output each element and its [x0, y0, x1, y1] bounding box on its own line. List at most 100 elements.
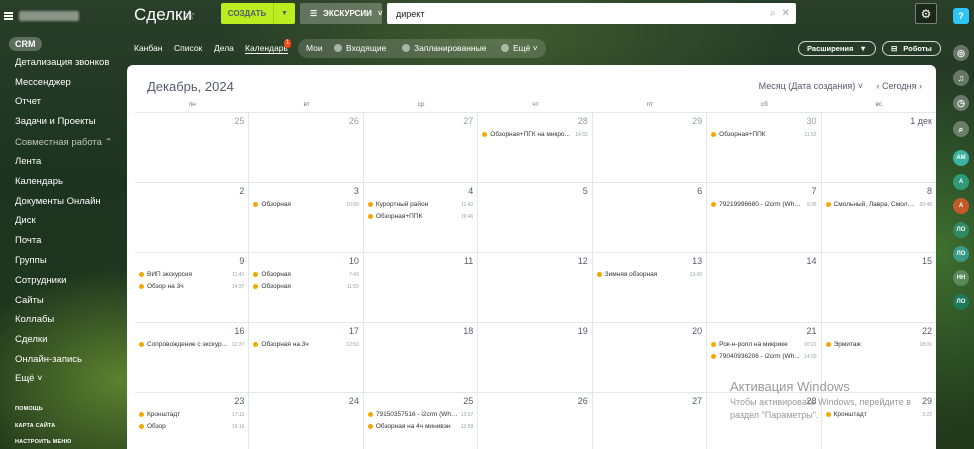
- calendar-day-cell[interactable]: 3 Обзорная 10:59: [249, 183, 364, 252]
- clear-search-icon[interactable]: ✕: [782, 8, 790, 19]
- chat-avatar[interactable]: А: [953, 174, 969, 190]
- calendar-day-cell[interactable]: 9 ВИП экскурсия 11:41 Обзор на 3ч 14:37: [135, 253, 250, 322]
- extensions-button[interactable]: Расширения ▼: [798, 41, 876, 56]
- sidebar-item-call-details[interactable]: Детализация звонков: [15, 57, 109, 68]
- calendar-day-cell[interactable]: 18: [364, 323, 479, 392]
- filter-incoming[interactable]: Входящие: [334, 43, 386, 53]
- search-icon[interactable]: ⌕: [770, 8, 776, 19]
- tab-list[interactable]: Список: [174, 43, 202, 53]
- next-month-icon[interactable]: ›: [919, 81, 922, 91]
- calendar-day-cell[interactable]: 5: [478, 183, 593, 252]
- sidebar-item-calendar[interactable]: Календарь: [15, 176, 63, 187]
- calendar-event[interactable]: Эрмитаж 18:01: [825, 339, 932, 350]
- calendar-event[interactable]: Обзорная на 3ч 12:50: [253, 339, 359, 350]
- tab-calendar[interactable]: Календарь: [245, 43, 288, 54]
- calendar-event[interactable]: Обзор на 3ч 14:37: [139, 281, 244, 292]
- calendar-day-cell[interactable]: 25: [135, 113, 250, 182]
- sidebar-item-feed[interactable]: Лента: [15, 156, 41, 167]
- sidebar-sitemap-link[interactable]: КАРТА САЙТА: [15, 423, 55, 429]
- calendar-event[interactable]: 79150357516 - i2crm (Wha... 13:57: [367, 409, 473, 420]
- calendar-event[interactable]: Обзорная на 4ч минивэн 12:59: [367, 421, 473, 432]
- history-icon[interactable]: ◷: [953, 95, 969, 111]
- calendar-event[interactable]: Обзорная 11:59: [253, 281, 359, 292]
- calendar-day-cell[interactable]: 7 79219996680 - i2crm (What... 9:35: [707, 183, 822, 252]
- sidebar-configure-menu-link[interactable]: НАСТРОИТЬ МЕНЮ: [15, 439, 71, 445]
- calendar-day-cell[interactable]: 30 Обзорная+ППК 11:52: [707, 113, 822, 182]
- calendar-day-cell[interactable]: 8 Смольный, Лавра, Смоле... 20:48: [822, 183, 936, 252]
- create-button[interactable]: СОЗДАТЬ ▼: [221, 3, 295, 24]
- calendar-event[interactable]: Сопровождение с экскур... 12:37: [139, 339, 244, 350]
- sidebar-item-deals[interactable]: Сделки: [15, 334, 47, 345]
- calendar-event[interactable]: Обзорная 10:59: [253, 199, 359, 210]
- calendar-day-cell[interactable]: 27: [593, 393, 708, 449]
- settings-gear-icon[interactable]: ⚙: [915, 3, 937, 24]
- chat-avatar[interactable]: ЛО: [953, 246, 969, 262]
- calendar-day-cell[interactable]: 13 Зимняя обзорная 13:00: [593, 253, 708, 322]
- calendar-event[interactable]: Обзорная+ППК 19:46: [367, 211, 473, 222]
- sidebar-item-disk[interactable]: Диск: [15, 215, 36, 226]
- tab-activities[interactable]: Дела: [214, 43, 234, 53]
- calendar-day-cell[interactable]: 19: [478, 323, 593, 392]
- pipeline-filter-button[interactable]: ☰ ЭКСКУРСИИ ˅: [300, 3, 383, 24]
- filter-planned[interactable]: Запланированные: [402, 43, 486, 53]
- create-dropdown-arrow-icon[interactable]: ▼: [273, 3, 295, 24]
- calendar-view-selector[interactable]: Месяц (Дата создания) ˅: [759, 81, 863, 91]
- sidebar-item-documents[interactable]: Документы Онлайн: [15, 196, 101, 207]
- calendar-event[interactable]: Обзорная 7:43: [253, 269, 359, 280]
- calendar-day-cell[interactable]: 10 Обзорная 7:43 Обзорная 11:59: [249, 253, 364, 322]
- calendar-day-cell[interactable]: 27: [364, 113, 479, 182]
- sidebar-item-sites[interactable]: Сайты: [15, 295, 44, 306]
- calendar-event[interactable]: Кронштадт 17:13: [139, 409, 244, 420]
- calendar-day-cell[interactable]: 26: [249, 113, 364, 182]
- sidebar-item-booking[interactable]: Онлайн-запись: [15, 354, 82, 365]
- star-icon[interactable]: ☆: [184, 7, 196, 23]
- menu-icon[interactable]: [4, 12, 13, 20]
- today-button[interactable]: Сегодня: [882, 81, 917, 91]
- sidebar-item-groups[interactable]: Группы: [15, 255, 47, 266]
- calendar-event[interactable]: ВИП экскурсия 11:41: [139, 269, 244, 280]
- calendar-event[interactable]: Обзорная+ПГК на микрo... 14:33: [482, 129, 588, 140]
- sidebar-item-report[interactable]: Отчет: [15, 96, 41, 107]
- chat-avatar[interactable]: ЛО: [953, 222, 969, 238]
- sidebar-item-tasks[interactable]: Задачи и Проекты: [15, 116, 96, 127]
- chat-icon[interactable]: ◎: [953, 45, 969, 61]
- calendar-event[interactable]: Курортный район 11:42: [367, 199, 473, 210]
- chat-avatar[interactable]: НН: [953, 270, 969, 286]
- calendar-day-cell[interactable]: 16 Сопровождение с экскур... 12:37: [135, 323, 250, 392]
- robots-button[interactable]: ⊟ Роботы: [882, 41, 941, 56]
- sidebar-item-mail[interactable]: Почта: [15, 235, 41, 246]
- calendar-day-cell[interactable]: 12: [478, 253, 593, 322]
- sidebar-item-collaboration[interactable]: Совместная работа ⌃: [15, 137, 113, 148]
- filter-more[interactable]: Ещё ˅: [501, 43, 538, 53]
- company-logo[interactable]: [19, 11, 79, 21]
- calendar-event[interactable]: Обзорная+ППК 11:52: [711, 129, 817, 140]
- sidebar-item-employees[interactable]: Сотрудники: [15, 275, 66, 286]
- calendar-day-cell[interactable]: 26: [478, 393, 593, 449]
- calendar-day-cell[interactable]: 29: [593, 113, 708, 182]
- calendar-day-cell[interactable]: 6: [593, 183, 708, 252]
- calendar-day-cell[interactable]: 1 дек: [822, 113, 936, 182]
- calendar-event[interactable]: Обзор 19:16: [139, 421, 244, 432]
- chat-avatar[interactable]: AM: [953, 150, 969, 166]
- calendar-day-cell[interactable]: 4 Курортный район 11:42 Обзорная+ППК 19:46: [364, 183, 479, 252]
- calendar-day-cell[interactable]: 15: [822, 253, 936, 322]
- calendar-day-cell[interactable]: 28 Обзорная+ПГК на микрo... 14:33: [478, 113, 593, 182]
- sidebar-crm-badge[interactable]: CRM: [9, 37, 42, 51]
- search-input[interactable]: директ ⌕ ✕: [387, 3, 796, 24]
- calendar-day-cell[interactable]: 2: [135, 183, 250, 252]
- calendar-day-cell[interactable]: 24: [249, 393, 364, 449]
- calendar-day-cell[interactable]: 23 Кронштадт 17:13 Обзор 19:16: [135, 393, 250, 449]
- calendar-event[interactable]: Рок-н-ролл на микрике 10:21: [711, 339, 817, 350]
- help-icon[interactable]: ?: [953, 8, 969, 24]
- calendar-day-cell[interactable]: 17 Обзорная на 3ч 12:50: [249, 323, 364, 392]
- calendar-event[interactable]: 79219996680 - i2crm (What... 9:35: [711, 199, 817, 210]
- notifications-icon[interactable]: ♫: [953, 70, 969, 86]
- chat-avatar[interactable]: ЛО: [953, 294, 969, 310]
- chat-avatar[interactable]: А: [953, 198, 969, 214]
- calendar-day-cell[interactable]: 11: [364, 253, 479, 322]
- tab-kanban[interactable]: Канбан: [134, 43, 162, 53]
- sidebar-help-link[interactable]: ПОМОЩЬ: [15, 406, 43, 412]
- sidebar-item-collabs[interactable]: Коллабы: [15, 314, 54, 325]
- calendar-event[interactable]: Зимняя обзорная 13:00: [596, 269, 702, 280]
- calendar-day-cell[interactable]: 20: [593, 323, 708, 392]
